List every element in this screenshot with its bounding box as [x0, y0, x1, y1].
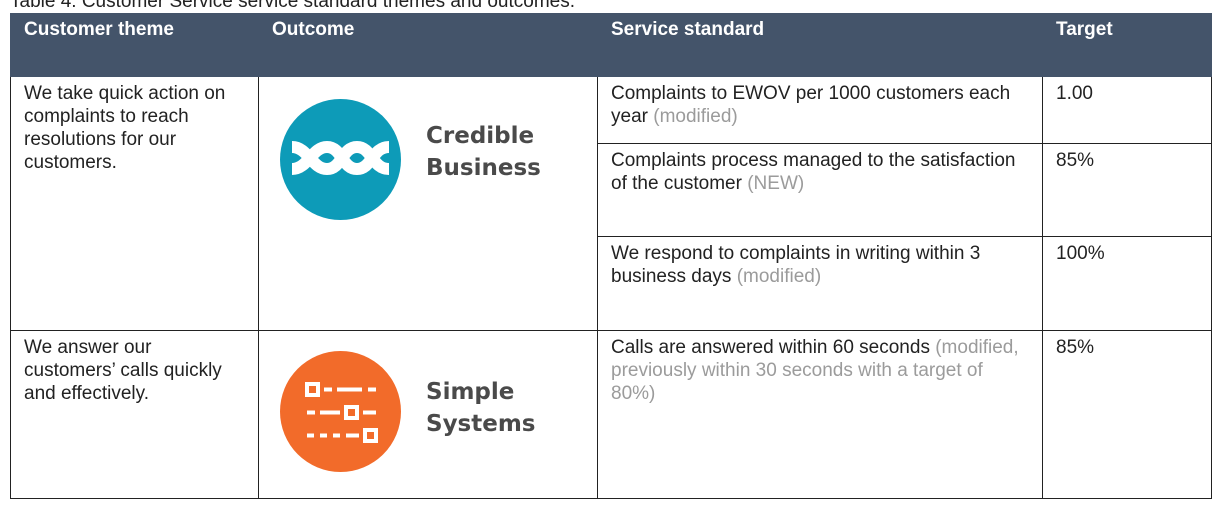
table-row: We take quick action on complaints to re…: [10, 76, 1212, 331]
service-standards-table: Customer theme Outcome Service standard …: [10, 13, 1212, 499]
header-theme: Customer theme: [10, 13, 259, 77]
target-cell: 85%: [1042, 143, 1212, 237]
theme-text: We answer our customers’ calls quickly a…: [24, 337, 222, 404]
dashed-lines-icon: [305, 382, 378, 443]
header-outcome: Outcome: [258, 13, 598, 77]
target-cell: 100%: [1042, 236, 1212, 331]
credible-business-label: Credible Business: [426, 123, 541, 181]
header-row: Customer theme Outcome Service standard …: [10, 13, 1212, 77]
standard-cell: We respond to complaints in writing with…: [597, 236, 1043, 331]
header-standard: Service standard: [597, 13, 1043, 77]
standard-cell: Complaints to EWOV per 1000 customers ea…: [597, 76, 1043, 144]
theme-cell: We take quick action on complaints to re…: [10, 76, 259, 331]
standard-note: (NEW): [747, 173, 805, 194]
standard-cell: Calls are answered within 60 seconds (mo…: [597, 330, 1043, 499]
simple-systems-logo: [280, 351, 401, 472]
theme-cell: We answer our customers’ calls quickly a…: [10, 330, 259, 499]
target-cell: 1.00: [1042, 76, 1212, 144]
standard-note: (modified): [653, 106, 738, 127]
table-caption: Table 4: Customer Service service standa…: [10, 0, 575, 12]
credible-business-logo: [280, 99, 401, 220]
wave-icon: [291, 140, 390, 176]
header-target: Target: [1042, 13, 1212, 77]
table-row: We answer our customers’ calls quickly a…: [10, 330, 1212, 499]
theme-text: We take quick action on complaints to re…: [24, 83, 226, 173]
outcome-cell: Simple Systems: [258, 330, 598, 499]
target-cell: 85%: [1042, 330, 1212, 499]
standard-cell: Complaints process managed to the satisf…: [597, 143, 1043, 237]
standard-note: (modified): [736, 266, 822, 287]
outcome-cell: Credible Business: [258, 76, 598, 331]
simple-systems-label: Simple Systems: [426, 379, 536, 437]
